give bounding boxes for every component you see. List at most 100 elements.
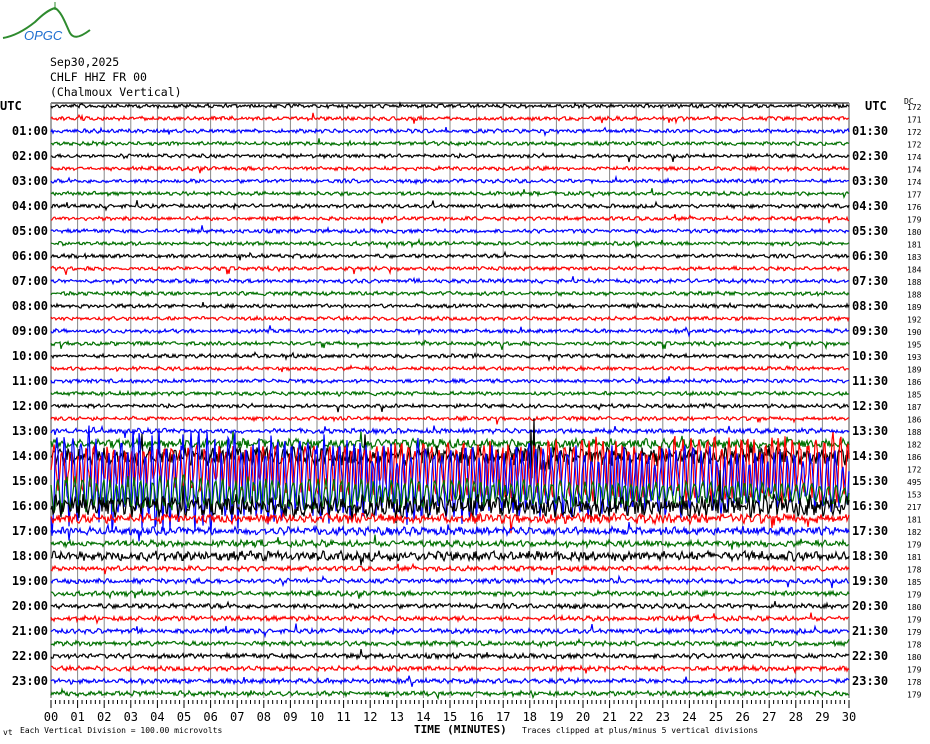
dc-offset-value: 187 — [907, 403, 922, 412]
minute-tick-label: 01 — [70, 710, 84, 724]
minute-tick-label: 18 — [523, 710, 537, 724]
minute-tick-label: 13 — [390, 710, 404, 724]
dc-offset-value: 185 — [907, 578, 922, 587]
dc-offset-value: 185 — [907, 391, 922, 400]
left-hour-label: 23:00 — [12, 674, 48, 688]
dc-offset-value: 172 — [907, 128, 922, 137]
minute-tick-label: 17 — [496, 710, 510, 724]
dc-offset-value: 182 — [907, 528, 922, 537]
minute-tick-label: 11 — [336, 710, 350, 724]
left-hour-label: 19:00 — [12, 574, 48, 588]
left-hour-label: 16:00 — [12, 499, 48, 513]
dc-offset-value: 188 — [907, 291, 922, 300]
minute-tick-label: 03 — [124, 710, 138, 724]
dc-offset-value: 179 — [907, 591, 922, 600]
grid — [50, 102, 850, 698]
right-hour-label: 01:30 — [852, 124, 888, 138]
minute-tick-label: 28 — [789, 710, 803, 724]
minute-tick-label: 29 — [815, 710, 829, 724]
right-hour-label: 08:30 — [852, 299, 888, 313]
dc-offset-value: 178 — [907, 641, 922, 650]
opgc-logo: OPGC — [2, 2, 91, 43]
right-hour-label: 04:30 — [852, 199, 888, 213]
minute-tick-label: 15 — [443, 710, 457, 724]
right-hour-label: 11:30 — [852, 374, 888, 388]
minute-tick-label: 00 — [44, 710, 58, 724]
dc-offset-value: 172 — [907, 466, 922, 475]
traces: 172 171 172 172 174 174 174 177 176 179 180 181 183 1… — [50, 101, 922, 701]
dc-offset-value: 186 — [907, 453, 922, 462]
dc-offset-value: 172 — [907, 103, 922, 112]
minute-tick-label: 08 — [257, 710, 271, 724]
dc-offset-value: 174 — [907, 153, 922, 162]
dc-offset-value: 193 — [907, 353, 922, 362]
minute-tick-label: 04 — [150, 710, 164, 724]
x-axis-title: TIME (MINUTES) — [414, 723, 507, 736]
right-hour-label: 02:30 — [852, 149, 888, 163]
left-hour-label: 03:00 — [12, 174, 48, 188]
dc-offset-value: 495 — [907, 478, 922, 487]
right-hour-label: 17:30 — [852, 524, 888, 538]
minute-tick-label: 06 — [203, 710, 217, 724]
dc-offset-value: 183 — [907, 253, 922, 262]
right-hour-label: 22:30 — [852, 649, 888, 663]
minute-tick-label: 27 — [762, 710, 776, 724]
dc-offset-value: 192 — [907, 316, 922, 325]
header-date: Sep30,2025 — [50, 55, 119, 69]
dc-offset-value: 179 — [907, 616, 922, 625]
minute-tick-label: 05 — [177, 710, 191, 724]
minute-tick-label: 10 — [310, 710, 324, 724]
clip-note: Traces clipped at plus/minus 5 vertical … — [522, 726, 758, 735]
dc-offset-value: 181 — [907, 516, 922, 525]
dc-offset-value: 177 — [907, 191, 922, 200]
corner-mark: vt — [3, 728, 13, 737]
right-hour-label: 13:30 — [852, 424, 888, 438]
dc-offset-value: 179 — [907, 691, 922, 700]
left-hour-label: 18:00 — [12, 549, 48, 563]
dc-offset-value: 172 — [907, 141, 922, 150]
left-hour-label: 22:00 — [12, 649, 48, 663]
minute-tick-label: 19 — [549, 710, 563, 724]
minute-tick-label: 24 — [682, 710, 696, 724]
dc-offset-value: 180 — [907, 228, 922, 237]
left-hour-label: 15:00 — [12, 474, 48, 488]
minute-tick-label: 12 — [363, 710, 377, 724]
dc-offset-value: 217 — [907, 503, 922, 512]
left-hour-label: 11:00 — [12, 374, 48, 388]
scale-note: Each Vertical Division = 100.00 microvol… — [20, 726, 222, 735]
left-hour-label: 13:00 — [12, 424, 48, 438]
dc-offset-value: 186 — [907, 416, 922, 425]
left-hour-label: 09:00 — [12, 324, 48, 338]
dc-offset-value: 176 — [907, 203, 922, 212]
minute-tick-label: 30 — [842, 710, 856, 724]
right-hour-label: 09:30 — [852, 324, 888, 338]
dc-offset-value: 171 — [907, 116, 922, 125]
left-hour-label: 17:00 — [12, 524, 48, 538]
right-hour-label: 06:30 — [852, 249, 888, 263]
dc-offset-value: 189 — [907, 366, 922, 375]
minute-tick-label: 26 — [735, 710, 749, 724]
dc-offset-value: 181 — [907, 241, 922, 250]
left-hour-label: 10:00 — [12, 349, 48, 363]
dc-offset-value: 184 — [907, 266, 922, 275]
dc-offset-value: 174 — [907, 178, 922, 187]
dc-offset-value: 188 — [907, 428, 922, 437]
dc-offset-value: 181 — [907, 553, 922, 562]
dc-offset-value: 179 — [907, 216, 922, 225]
x-axis: 00 01 02 03 04 05 06 07 08 09 10 11 12 13 14 15 16 17 18 19… — [44, 700, 856, 724]
right-hour-label: 14:30 — [852, 449, 888, 463]
minute-tick-label: 25 — [709, 710, 723, 724]
left-hour-label: 06:00 — [12, 249, 48, 263]
minute-tick-label: 07 — [230, 710, 244, 724]
left-hour-label: 01:00 — [12, 124, 48, 138]
dc-offset-value: 195 — [907, 341, 922, 350]
minute-tick-label: 02 — [97, 710, 111, 724]
dc-offset-value: 178 — [907, 678, 922, 687]
minute-tick-label: 16 — [469, 710, 483, 724]
minute-tick-label: 14 — [416, 710, 430, 724]
right-hour-label: 07:30 — [852, 274, 888, 288]
minute-tick-label: 23 — [656, 710, 670, 724]
minute-tick-label: 20 — [576, 710, 590, 724]
right-hour-label: 23:30 — [852, 674, 888, 688]
dc-offset-value: 174 — [907, 166, 922, 175]
